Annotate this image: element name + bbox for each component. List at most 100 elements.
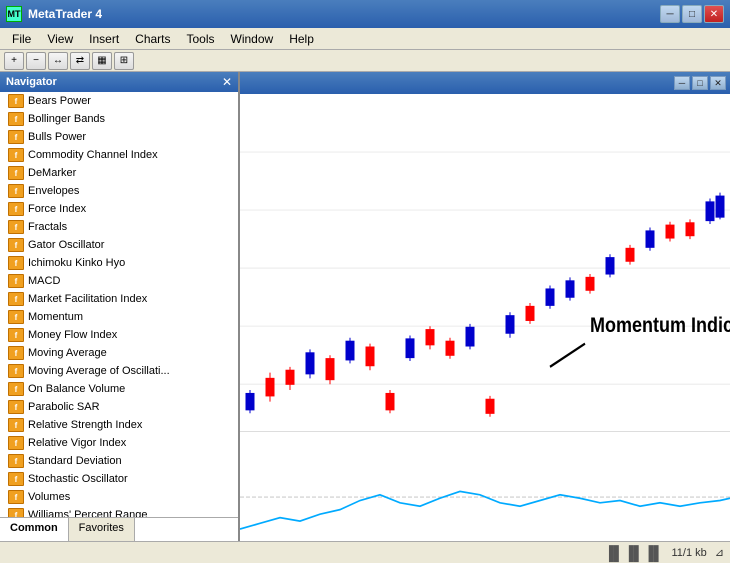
nav-item[interactable]: f Gator Oscillator bbox=[0, 236, 238, 254]
app-title: MetaTrader 4 bbox=[28, 7, 102, 21]
close-button[interactable]: ✕ bbox=[704, 5, 724, 23]
indicator-icon: f bbox=[8, 346, 24, 360]
nav-item[interactable]: fFractals bbox=[0, 218, 238, 236]
chart-area: ─ □ ✕ bbox=[240, 72, 730, 541]
indicator-label: DeMarker bbox=[28, 167, 76, 179]
nav-item[interactable]: f Bollinger Bands bbox=[0, 110, 238, 128]
indicator-label: MACD bbox=[28, 275, 60, 287]
indicator-label: Volumes bbox=[28, 491, 70, 503]
indicator-icon: f bbox=[8, 382, 24, 396]
nav-item[interactable]: fWilliams' Percent Range bbox=[0, 506, 238, 517]
nav-item[interactable]: fRelative Strength Index bbox=[0, 416, 238, 434]
indicator-label: Relative Strength Index bbox=[28, 419, 142, 431]
indicator-icon: f bbox=[8, 166, 24, 180]
window-toolbar: + − ↔ ⇄ ▦ ⊞ bbox=[0, 50, 730, 72]
indicator-icon: f bbox=[8, 310, 24, 324]
nav-item[interactable]: fForce Index bbox=[0, 200, 238, 218]
status-info: 11/1 kb bbox=[672, 547, 707, 559]
menu-charts[interactable]: Charts bbox=[127, 30, 178, 48]
indicator-icon: f bbox=[8, 130, 24, 144]
indicator-label: Bollinger Bands bbox=[28, 113, 105, 125]
menu-window[interactable]: Window bbox=[223, 30, 282, 48]
indicator-icon: f bbox=[8, 436, 24, 450]
indicator-icon: f bbox=[8, 256, 24, 270]
indicator-label: Gator Oscillator bbox=[28, 239, 104, 251]
maximize-button[interactable]: □ bbox=[682, 5, 702, 23]
nav-item[interactable]: f MACD bbox=[0, 272, 238, 290]
nav-item[interactable]: f Ichimoku Kinko Hyo bbox=[0, 254, 238, 272]
toolbar-btn-5[interactable]: ▦ bbox=[92, 52, 112, 70]
indicator-icon: f bbox=[8, 112, 24, 126]
inner-close-button[interactable]: ✕ bbox=[710, 76, 726, 90]
inner-window-controls: ─ □ ✕ bbox=[674, 76, 726, 90]
inner-min-button[interactable]: ─ bbox=[674, 76, 690, 90]
nav-item[interactable]: fMoving Average of Oscillati... bbox=[0, 362, 238, 380]
indicator-icon: f bbox=[8, 94, 24, 108]
tab-favorites[interactable]: Favorites bbox=[69, 518, 135, 541]
indicator-icon: f bbox=[8, 274, 24, 288]
menu-help[interactable]: Help bbox=[281, 30, 322, 48]
indicator-label: On Balance Volume bbox=[28, 383, 125, 395]
indicator-label: Envelopes bbox=[28, 185, 79, 197]
toolbar-btn-6[interactable]: ⊞ bbox=[114, 52, 134, 70]
navigator-list[interactable]: f Bears Power f Bollinger Bands fBulls Power… bbox=[0, 92, 238, 517]
nav-item[interactable]: f Bears Power bbox=[0, 92, 238, 110]
indicator-label: Standard Deviation bbox=[28, 455, 122, 467]
app-icon: MT bbox=[6, 6, 22, 22]
navigator-panel: Navigator ✕ fBears PowerfBollinger Bands… bbox=[0, 72, 240, 541]
indicator-label: Relative Vigor Index bbox=[28, 437, 126, 449]
indicator-label: Force Index bbox=[28, 203, 86, 215]
menu-file[interactable]: File bbox=[4, 30, 39, 48]
nav-item[interactable]: fMoving Average bbox=[0, 344, 238, 362]
indicator-icon: f bbox=[8, 184, 24, 198]
title-bar: MT MetaTrader 4 ─ □ ✕ bbox=[0, 0, 730, 28]
toolbar-btn-2[interactable]: − bbox=[26, 52, 46, 70]
nav-item[interactable]: f Stochastic Oscillator bbox=[0, 470, 238, 488]
indicator-label: Money Flow Index bbox=[28, 329, 117, 341]
navigator-tabs: Common Favorites bbox=[0, 517, 238, 541]
minimize-button[interactable]: ─ bbox=[660, 5, 680, 23]
nav-item[interactable]: fVolumes bbox=[0, 488, 238, 506]
menu-insert[interactable]: Insert bbox=[81, 30, 127, 48]
indicator-icon: f bbox=[8, 454, 24, 468]
nav-item[interactable]: f Standard Deviation bbox=[0, 452, 238, 470]
indicator-icon: f bbox=[8, 238, 24, 252]
nav-item[interactable]: f DeMarker bbox=[0, 164, 238, 182]
nav-item[interactable]: f Envelopes bbox=[0, 182, 238, 200]
indicator-icon: f bbox=[8, 328, 24, 342]
indicator-icon: f bbox=[8, 292, 24, 306]
menu-tools[interactable]: Tools bbox=[179, 30, 223, 48]
nav-item[interactable]: f Relative Vigor Index bbox=[0, 434, 238, 452]
main-layout: Navigator ✕ fBears PowerfBollinger Bands… bbox=[0, 72, 730, 541]
nav-item[interactable]: f On Balance Volume bbox=[0, 380, 238, 398]
nav-item[interactable]: fCommodity Channel Index bbox=[0, 146, 238, 164]
toolbar-btn-1[interactable]: + bbox=[4, 52, 24, 70]
indicator-label: Parabolic SAR bbox=[28, 401, 100, 413]
candlestick-svg: Momentum Indicator bbox=[240, 94, 730, 431]
indicator-icon: f bbox=[8, 400, 24, 414]
menu-view[interactable]: View bbox=[39, 30, 81, 48]
indicator-label: Moving Average of Oscillati... bbox=[28, 365, 170, 377]
nav-item[interactable]: f Parabolic SAR bbox=[0, 398, 238, 416]
toolbar-btn-4[interactable]: ⇄ bbox=[70, 52, 90, 70]
indicator-label: Ichimoku Kinko Hyo bbox=[28, 257, 125, 269]
indicator-icon: f bbox=[8, 472, 24, 486]
indicator-label: Momentum bbox=[28, 311, 83, 323]
navigator-close-button[interactable]: ✕ bbox=[222, 76, 232, 88]
indicator-label: Market Facilitation Index bbox=[28, 293, 147, 305]
inner-max-button[interactable]: □ bbox=[692, 76, 708, 90]
status-scroll-icon: ⊿ bbox=[715, 546, 724, 559]
momentum-svg bbox=[240, 432, 730, 541]
candle-chart: Momentum Indicator bbox=[240, 94, 730, 432]
nav-item[interactable]: fBulls Power bbox=[0, 128, 238, 146]
nav-item[interactable]: f Market Facilitation Index bbox=[0, 290, 238, 308]
tab-common[interactable]: Common bbox=[0, 518, 69, 541]
inner-titlebar: ─ □ ✕ bbox=[240, 72, 730, 94]
toolbar-btn-3[interactable]: ↔ bbox=[48, 52, 68, 70]
nav-item[interactable]: f Money Flow Index bbox=[0, 326, 238, 344]
indicator-label: Commodity Channel Index bbox=[28, 149, 158, 161]
indicator-icon: f bbox=[8, 220, 24, 234]
indicator-label: Stochastic Oscillator bbox=[28, 473, 128, 485]
indicator-label: Bears Power bbox=[28, 95, 91, 107]
nav-item[interactable]: f Momentum bbox=[0, 308, 238, 326]
